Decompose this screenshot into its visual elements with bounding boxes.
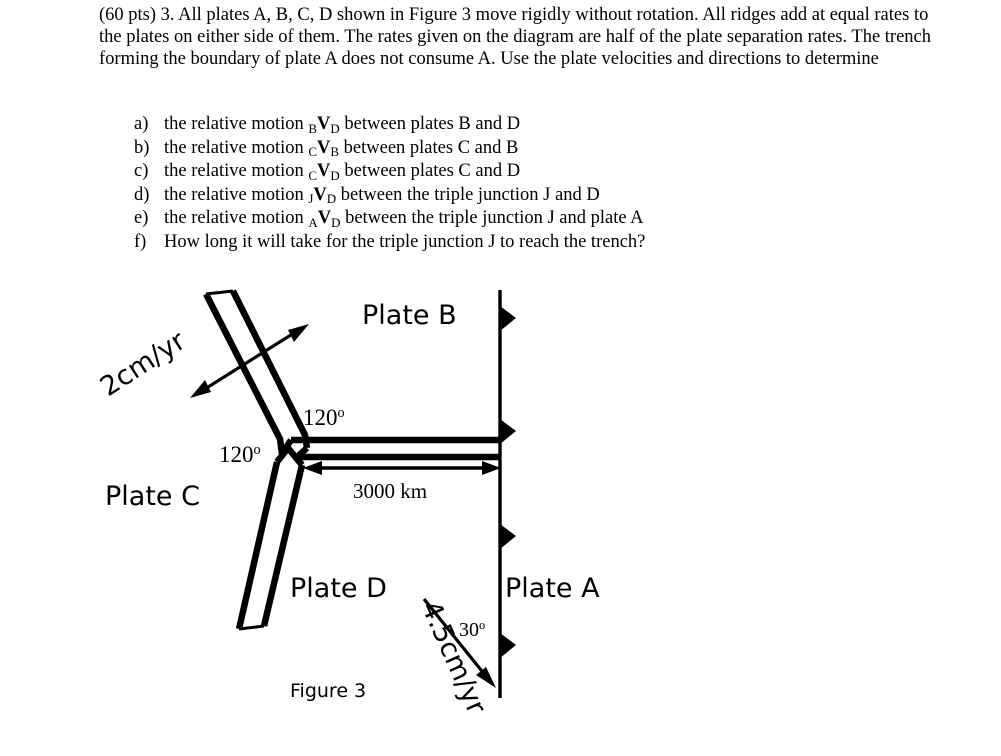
trench-barb-icon bbox=[500, 633, 516, 658]
list-text: How long it will take for the triple jun… bbox=[164, 231, 646, 252]
problem-statement: (60 pts) 3. All plates A, B, C, D shown … bbox=[99, 4, 949, 71]
angle-label-trench-30: 30o bbox=[459, 618, 485, 641]
figure-3-diagram: 3000 km 2cm/yr 4.5cm/yr 120o 120o 30o Pl… bbox=[0, 262, 1001, 756]
list-text: the relative motion AVD between the trip… bbox=[164, 208, 644, 230]
list-item: f) How long it will take for the triple … bbox=[134, 231, 924, 254]
question-list: a) the relative motion BVD between plate… bbox=[134, 113, 924, 253]
angle-label-lower-120: 120o bbox=[219, 442, 261, 467]
list-item: a) the relative motion BVD between plate… bbox=[134, 113, 924, 137]
problem-paragraph: (60 pts) 3. All plates A, B, C, D shown … bbox=[99, 5, 932, 70]
distance-arrow-right-head-icon bbox=[482, 461, 501, 475]
list-text: the relative motion CVB between plates C… bbox=[164, 137, 519, 160]
list-marker: f) bbox=[134, 231, 147, 252]
page-canvas: (60 pts) 3. All plates A, B, C, D shown … bbox=[0, 0, 1001, 756]
trench-barb-icon bbox=[500, 306, 516, 331]
trench-barb-icon bbox=[500, 524, 516, 549]
list-marker: a) bbox=[134, 114, 149, 134]
plate-c-label: Plate C bbox=[105, 481, 200, 512]
list-marker: b) bbox=[134, 137, 150, 158]
list-item: c) the relative motion CVD between plate… bbox=[134, 160, 924, 184]
plate-d-label: Plate D bbox=[290, 573, 387, 604]
distance-label: 3000 km bbox=[353, 479, 427, 503]
ridge-rate-arrow-sw-head-icon bbox=[190, 380, 211, 398]
list-text: the relative motion BVD between plates B… bbox=[164, 114, 521, 136]
list-text: the relative motion CVD between plates C… bbox=[164, 161, 521, 183]
list-text: the relative motion JVD between the trip… bbox=[164, 184, 600, 207]
list-item: e) the relative motion AVD between the t… bbox=[134, 207, 924, 231]
ridge-rate-arrow-ne-head-icon bbox=[288, 324, 309, 342]
figure-caption: Figure 3 bbox=[290, 680, 366, 702]
trench-barb-icon bbox=[500, 419, 516, 444]
list-marker: d) bbox=[134, 184, 150, 205]
ridge-north-top-cap bbox=[205, 289, 234, 296]
list-item: b) the relative motion CVB between plate… bbox=[134, 137, 924, 161]
angle-label-upper-120: 120o bbox=[303, 405, 345, 430]
plate-b-label: Plate B bbox=[362, 300, 457, 331]
list-marker: c) bbox=[134, 161, 149, 181]
ridge-rate-label: 2cm/yr bbox=[95, 325, 192, 403]
list-item: d) the relative motion JVD between the t… bbox=[134, 184, 924, 208]
list-marker: e) bbox=[134, 208, 149, 228]
plate-a-rate-label: 4.5cm/yr bbox=[415, 596, 493, 719]
plate-a-label: Plate A bbox=[505, 573, 600, 604]
distance-arrow-left-head-icon bbox=[303, 461, 322, 475]
